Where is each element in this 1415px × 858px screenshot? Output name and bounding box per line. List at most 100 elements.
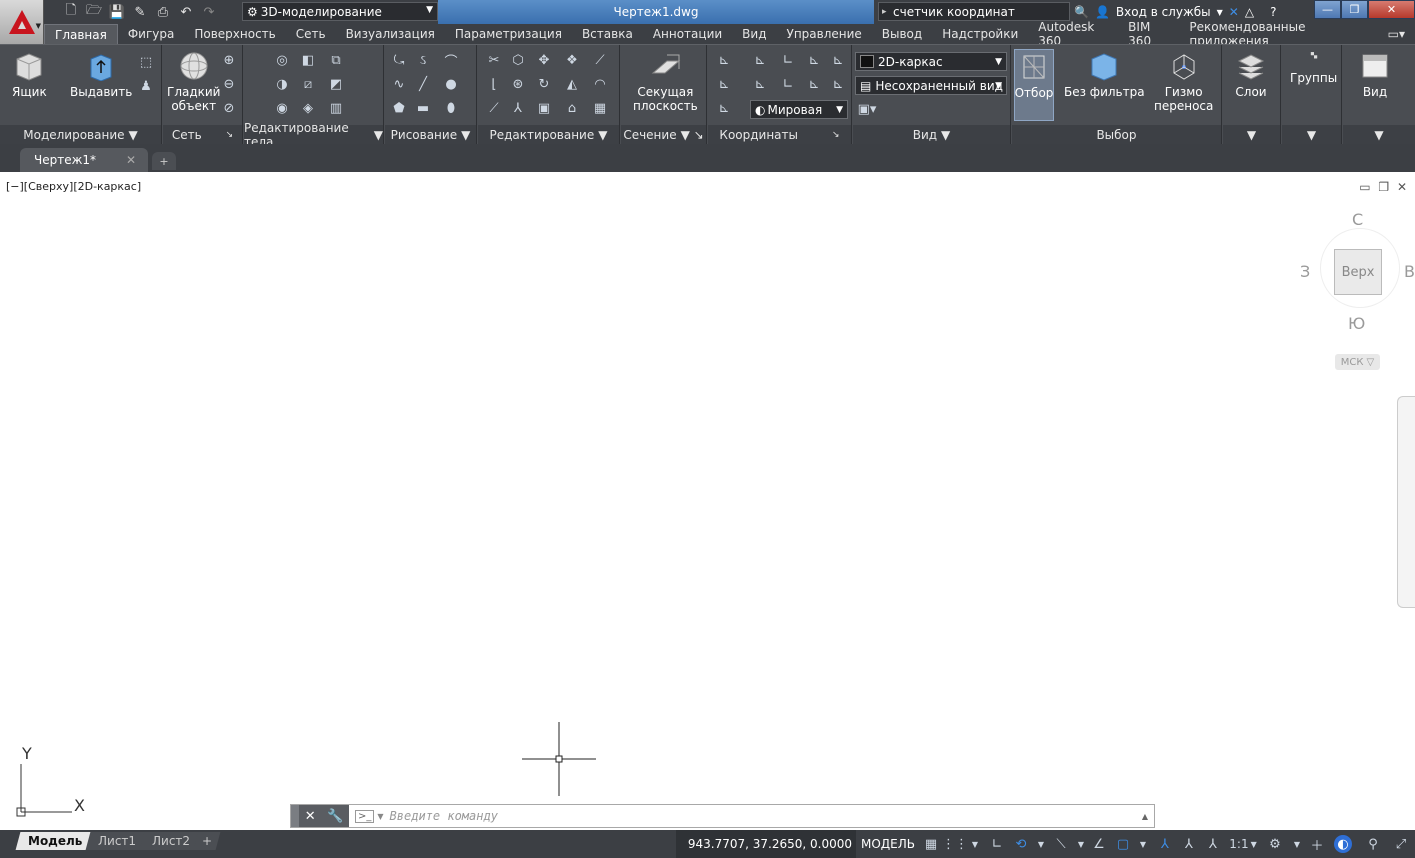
tab-annotate[interactable]: Аннотации <box>643 24 732 44</box>
tab-insert[interactable]: Вставка <box>572 24 643 44</box>
spline-icon[interactable]: ⤿ <box>389 51 409 69</box>
navigation-bar[interactable] <box>1397 396 1415 608</box>
scale-icon[interactable]: ⟋ <box>484 99 504 117</box>
ucs-x-icon[interactable]: ⊾ <box>750 75 770 93</box>
snap-icon[interactable]: ⋮⋮ <box>942 835 968 853</box>
slice-icon[interactable]: ⧄ <box>298 75 318 93</box>
ucs-z-icon[interactable]: ⊾ <box>804 75 824 93</box>
ucs-object-icon[interactable]: ⊾ <box>804 51 824 69</box>
layers-button[interactable]: Слои <box>1235 51 1267 99</box>
command-line[interactable]: ✕ 🔧 >_ ▼ Введите команду ▲ <box>290 804 1155 828</box>
compass-east[interactable]: В <box>1404 262 1415 281</box>
tab-parametric[interactable]: Параметризация <box>445 24 572 44</box>
panel-title[interactable]: Координаты ↘ <box>708 125 851 145</box>
coordinate-readout[interactable]: 943.7707, 37.2650, 0.0000 <box>676 830 856 858</box>
no-filter-button[interactable]: Без фильтра <box>1064 51 1145 99</box>
visual-style-select[interactable]: 2D-каркас ▼ <box>855 52 1007 71</box>
align-icon[interactable]: ⌊ <box>484 75 504 93</box>
view-cube[interactable]: С Ю З В Верх МСК ▽ <box>1290 210 1415 370</box>
plus-icon[interactable]: ＋ <box>1308 835 1326 854</box>
extrude-button[interactable]: Выдавить <box>70 51 132 99</box>
panel-title[interactable]: Редактирование тела ▼ <box>244 121 383 149</box>
new-file-icon[interactable]: 🗋 <box>61 3 81 21</box>
save-icon[interactable]: 💾 <box>107 3 127 21</box>
chevron-down-icon[interactable]: ▼ <box>1217 8 1223 17</box>
login-button[interactable]: Вход в службы <box>1116 5 1211 19</box>
panel-title[interactable]: Выбор <box>1012 125 1221 145</box>
panel-title[interactable]: ▼ <box>1223 125 1280 145</box>
minimize-icon[interactable]: — <box>1314 0 1341 19</box>
viewport-label[interactable]: [−][Сверху][2D-каркас] <box>6 180 141 193</box>
tab-visualize[interactable]: Визуализация <box>336 24 445 44</box>
exchange-icon[interactable]: ✕ <box>1229 5 1239 19</box>
user-icon[interactable]: 👤 <box>1095 5 1110 19</box>
mesh-smooth-more-icon[interactable]: ⊕ <box>219 51 239 69</box>
fullscreen-icon[interactable]: ⤢ <box>1392 835 1410 853</box>
open-file-icon[interactable]: 🗁 <box>84 3 104 21</box>
viewport-config-icon[interactable]: ▣▾ <box>857 100 877 118</box>
ucs-icon[interactable]: ⊾ <box>714 51 734 69</box>
saved-view-select[interactable]: ▤ Несохраненный вид ▼ <box>855 76 1007 95</box>
mirror-icon[interactable]: ◭ <box>562 75 582 93</box>
tab-manage[interactable]: Управление <box>777 24 872 44</box>
ucs-origin-icon[interactable]: ∟ <box>778 51 798 69</box>
ortho-icon[interactable]: ∟ <box>988 835 1006 853</box>
layout-tab-model[interactable]: Модель <box>15 832 95 850</box>
tab-autodesk360[interactable]: Autodesk 360 <box>1028 20 1118 48</box>
fillet-icon[interactable]: ⌂ <box>562 99 582 117</box>
helix-icon[interactable]: ઽ <box>413 51 433 69</box>
panel-title[interactable]: Вид ▼ <box>853 125 1010 145</box>
subtract-icon[interactable]: ◑ <box>272 75 292 93</box>
annotation-scale-icon[interactable]: ⅄ <box>1204 835 1222 853</box>
redo-icon[interactable]: ↷ <box>199 3 219 21</box>
tab-surface[interactable]: Поверхность <box>184 24 285 44</box>
isolate-icon[interactable]: ◐ <box>1334 835 1352 853</box>
compass-north[interactable]: С <box>1352 210 1363 229</box>
ribbon-toggle-icon[interactable]: ▭▾ <box>1378 24 1415 44</box>
chevron-up-icon[interactable]: ▲ <box>1142 812 1148 821</box>
workspace-select[interactable]: ⚙ 3D-моделирование ▼ <box>242 2 438 21</box>
layout-tab-sheet2[interactable]: Лист2 <box>139 832 203 850</box>
new-tab-button[interactable]: + <box>152 152 176 170</box>
intersect-icon[interactable]: ◉ <box>272 99 292 117</box>
print-icon[interactable]: ⎙ <box>153 3 173 21</box>
wrench-icon[interactable]: 🔧 <box>327 809 343 824</box>
close-icon[interactable]: ✕ <box>1368 0 1415 19</box>
chevron-down-icon[interactable]: ▼ <box>966 835 984 853</box>
panel-title[interactable]: ▼ <box>1282 125 1341 145</box>
smooth-object-button[interactable]: Гладкий объект <box>167 51 220 113</box>
close-icon[interactable]: ✕ <box>126 153 136 167</box>
culling-button[interactable]: Отбор <box>1014 49 1054 121</box>
circle-icon[interactable]: ● <box>441 75 461 93</box>
panel-title[interactable]: Рисование ▼ <box>385 125 476 145</box>
gizmo-button[interactable]: Гизмо переноса <box>1154 51 1213 113</box>
panel-title[interactable]: Моделирование ▼ <box>0 125 161 145</box>
a360-icon[interactable]: △ <box>1245 5 1254 19</box>
3d-rotate-icon[interactable]: ⊛ <box>508 75 528 93</box>
view-cube-top-face[interactable]: Верх <box>1334 249 1382 295</box>
panel-title[interactable]: Сечение ▼ ↘ <box>621 125 706 145</box>
groups-button[interactable]: Группы <box>1290 51 1337 85</box>
tab-bim360[interactable]: BIM 360 <box>1118 20 1179 48</box>
section-plane-button[interactable]: Секущая плоскость <box>633 51 698 113</box>
mesh-smooth-less-icon[interactable]: ⊖ <box>219 75 239 93</box>
scale-select[interactable]: 1:1 ▼ <box>1228 835 1258 853</box>
union-icon[interactable]: ◎ <box>272 51 292 69</box>
panel-title[interactable]: Сеть ↘ <box>163 125 242 145</box>
drawing-area[interactable]: [−][Сверху][2D-каркас] ▭ ❐ ✕ С Ю З В Вер… <box>0 172 1415 830</box>
auto-scale-icon[interactable]: ⅄ <box>1180 835 1198 853</box>
thicken-icon[interactable]: ◈ <box>298 99 318 117</box>
tab-addins[interactable]: Надстройки <box>932 24 1028 44</box>
add-layout-button[interactable]: + <box>193 832 221 850</box>
ucs-menu-button[interactable]: МСК ▽ <box>1335 354 1380 370</box>
polysolid-icon[interactable]: ♟ <box>136 77 156 95</box>
3d-move-icon[interactable]: ⬡ <box>508 51 528 69</box>
offset-icon[interactable]: ◠ <box>590 75 610 93</box>
polyline-icon[interactable]: ∿ <box>389 75 409 93</box>
ucs-view-icon[interactable]: ⊾ <box>750 51 770 69</box>
stretch-icon[interactable]: ▣ <box>534 99 554 117</box>
panel-title[interactable]: ▼ <box>1343 125 1415 145</box>
tab-view[interactable]: Вид <box>732 24 776 44</box>
trim-icon[interactable]: ✂ <box>484 51 504 69</box>
tab-mesh[interactable]: Сеть <box>286 24 336 44</box>
